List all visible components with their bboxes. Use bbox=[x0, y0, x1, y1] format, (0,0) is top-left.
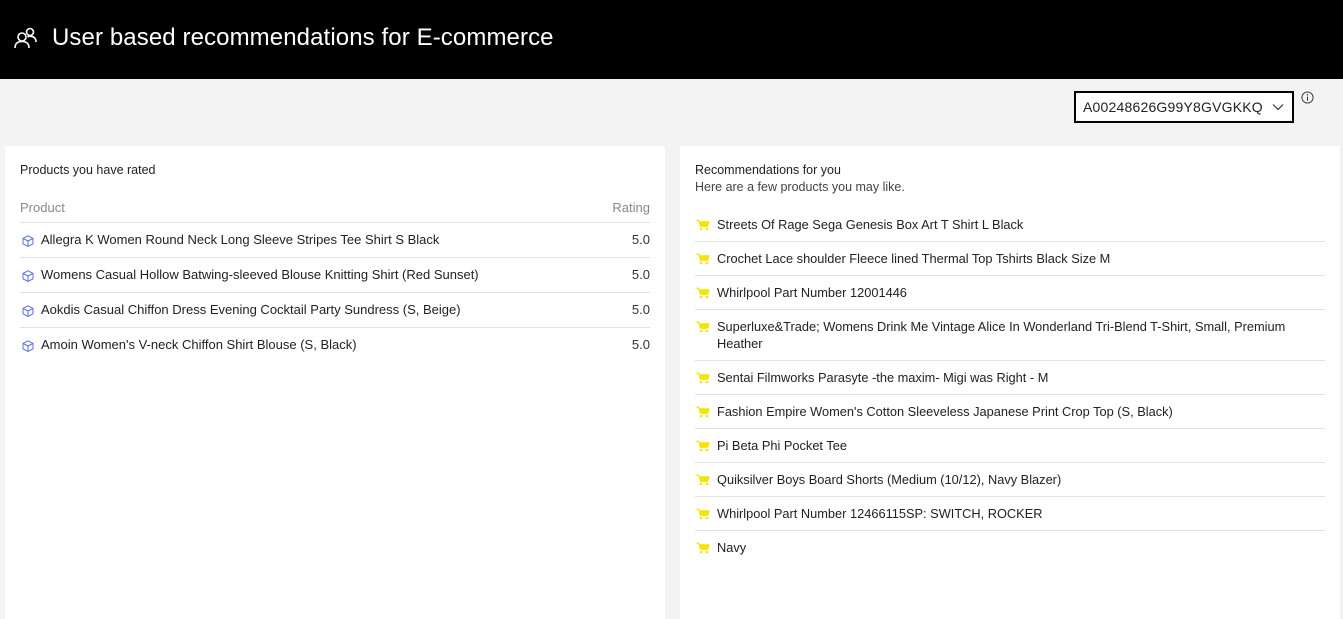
list-item[interactable]: Crochet Lace shoulder Fleece lined Therm… bbox=[695, 242, 1325, 276]
recommended-product-name: Pi Beta Phi Pocket Tee bbox=[717, 438, 847, 453]
list-item[interactable]: Whirlpool Part Number 12466115SP: SWITCH… bbox=[695, 497, 1325, 531]
recommended-product-name: Navy bbox=[717, 540, 747, 555]
page-title: User based recommendations for E-commerc… bbox=[52, 24, 554, 51]
list-item[interactable]: Pi Beta Phi Pocket Tee bbox=[695, 429, 1325, 463]
shopping-cart-icon bbox=[696, 474, 710, 486]
recommendations-list: Streets Of Rage Sega Genesis Box Art T S… bbox=[695, 208, 1325, 564]
list-item[interactable]: Quiksilver Boys Board Shorts (Medium (10… bbox=[695, 463, 1325, 497]
recommended-product-name: Sentai Filmworks Parasyte -the maxim- Mi… bbox=[717, 370, 1049, 385]
product-cube-icon bbox=[22, 340, 34, 352]
table-row[interactable]: Amoin Women's V-neck Chiffon Shirt Blous… bbox=[20, 328, 650, 362]
list-item[interactable]: Navy bbox=[695, 531, 1325, 564]
list-item[interactable]: Superluxe&Trade; Womens Drink Me Vintage… bbox=[695, 310, 1325, 361]
product-cube-icon bbox=[22, 305, 34, 317]
recommended-product-name: Superluxe&Trade; Womens Drink Me Vintage… bbox=[717, 319, 1286, 351]
table-row[interactable]: Allegra K Women Round Neck Long Sleeve S… bbox=[20, 223, 650, 258]
list-item[interactable]: Streets Of Rage Sega Genesis Box Art T S… bbox=[695, 208, 1325, 242]
recommended-product-name: Fashion Empire Women's Cotton Sleeveless… bbox=[717, 404, 1173, 419]
list-item[interactable]: Whirlpool Part Number 12001446 bbox=[695, 276, 1325, 310]
product-cube-icon bbox=[22, 270, 34, 282]
shopping-cart-icon bbox=[696, 508, 710, 520]
recommended-product-name: Crochet Lace shoulder Fleece lined Therm… bbox=[717, 251, 1111, 266]
column-header-rating: Rating bbox=[612, 200, 650, 215]
recommended-product-name: Whirlpool Part Number 12001446 bbox=[717, 285, 907, 300]
product-name: Aokdis Casual Chiffon Dress Evening Cock… bbox=[41, 302, 461, 317]
product-rating: 5.0 bbox=[631, 302, 650, 317]
product-name: Allegra K Women Round Neck Long Sleeve S… bbox=[41, 232, 440, 247]
rated-products-heading: Products you have rated bbox=[20, 163, 156, 177]
list-item[interactable]: Fashion Empire Women's Cotton Sleeveless… bbox=[695, 395, 1325, 429]
users-icon bbox=[14, 27, 37, 49]
table-header: Product Rating bbox=[20, 198, 650, 223]
user-id-value: A00248626G99Y8GVGKKQ bbox=[1083, 99, 1263, 115]
shopping-cart-icon bbox=[696, 406, 710, 418]
recommendations-panel: Recommendations for you Here are a few p… bbox=[680, 146, 1340, 619]
shopping-cart-icon bbox=[696, 287, 710, 299]
recommended-product-name: Quiksilver Boys Board Shorts (Medium (10… bbox=[717, 472, 1062, 487]
product-name: Womens Casual Hollow Batwing-sleeved Blo… bbox=[41, 267, 479, 282]
app-header: User based recommendations for E-commerc… bbox=[0, 0, 1343, 79]
product-cube-icon bbox=[22, 235, 34, 247]
product-rating: 5.0 bbox=[631, 267, 650, 282]
list-item[interactable]: Sentai Filmworks Parasyte -the maxim- Mi… bbox=[695, 361, 1325, 395]
rated-products-panel: Products you have rated Product Rating A… bbox=[5, 146, 665, 619]
shopping-cart-icon bbox=[696, 321, 710, 333]
product-rating: 5.0 bbox=[631, 232, 650, 247]
table-row[interactable]: Aokdis Casual Chiffon Dress Evening Cock… bbox=[20, 293, 650, 328]
recommended-product-name: Whirlpool Part Number 12466115SP: SWITCH… bbox=[717, 506, 1043, 521]
info-icon[interactable] bbox=[1301, 91, 1314, 104]
shopping-cart-icon bbox=[696, 372, 710, 384]
chevron-down-icon bbox=[1272, 104, 1284, 111]
recommendations-heading: Recommendations for you bbox=[695, 163, 841, 177]
shopping-cart-icon bbox=[696, 542, 710, 554]
table-row[interactable]: Womens Casual Hollow Batwing-sleeved Blo… bbox=[20, 258, 650, 293]
shopping-cart-icon bbox=[696, 440, 710, 452]
column-header-product: Product bbox=[20, 200, 65, 215]
product-rating: 5.0 bbox=[631, 337, 650, 352]
shopping-cart-icon bbox=[696, 219, 710, 231]
recommendations-subheading: Here are a few products you may like. bbox=[695, 180, 905, 194]
recommended-product-name: Streets Of Rage Sega Genesis Box Art T S… bbox=[717, 217, 1024, 232]
rated-products-table: Product Rating Allegra K Women Round Nec… bbox=[20, 198, 650, 362]
user-id-select[interactable]: A00248626G99Y8GVGKKQ bbox=[1074, 91, 1294, 123]
product-name: Amoin Women's V-neck Chiffon Shirt Blous… bbox=[41, 337, 357, 352]
shopping-cart-icon bbox=[696, 253, 710, 265]
